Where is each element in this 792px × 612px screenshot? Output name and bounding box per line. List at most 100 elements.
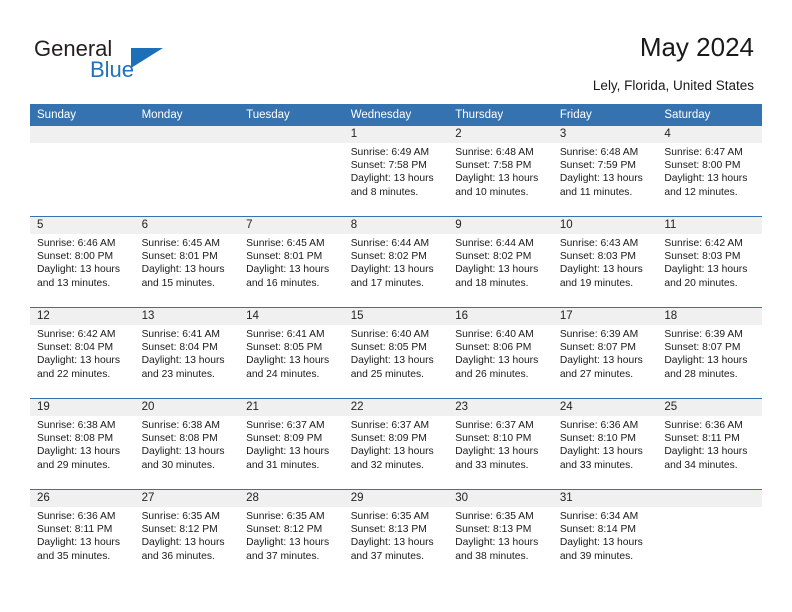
weekday-header-sunday: Sunday <box>30 104 135 126</box>
day-sun-info: Sunrise: 6:45 AM Sunset: 8:01 PM Daylight:… <box>135 234 240 290</box>
daylight-duration-line2: and 35 minutes. <box>37 550 111 562</box>
calendar-day-cell[interactable]: 29 Sunrise: 6:35 AM Sunset: 8:13 PM Dayligh… <box>343 489 449 580</box>
sunrise-time: Sunrise: 6:36 AM <box>37 511 116 522</box>
calendar-day-cell[interactable]: 13 Sunrise: 6:41 AM Sunset: 8:04 PM Dayligh… <box>134 307 240 399</box>
calendar-day-cell[interactable]: 10 Sunrise: 6:43 AM Sunset: 8:03 PM Dayligh… <box>552 216 658 308</box>
calendar-day-cell[interactable]: 24 Sunrise: 6:36 AM Sunset: 8:10 PM Dayligh… <box>552 398 658 490</box>
weekday-header-wednesday: Wednesday <box>343 104 449 126</box>
calendar-week-row: 1 Sunrise: 6:49 AM Sunset: 7:58 PM Daylight… <box>30 126 762 217</box>
sunset-time: Sunset: 8:03 PM <box>664 251 741 263</box>
daylight-duration-line2: and 37 minutes. <box>246 550 320 562</box>
day-sun-info: Sunrise: 6:40 AM Sunset: 8:06 PM Daylight:… <box>448 325 553 381</box>
calendar-day-cell[interactable]: 6 Sunrise: 6:45 AM Sunset: 8:01 PM Daylight… <box>134 216 240 308</box>
sunrise-time: Sunrise: 6:48 AM <box>455 147 534 158</box>
sunset-time: Sunset: 8:00 PM <box>664 160 741 172</box>
daylight-duration-line2: and 28 minutes. <box>664 368 738 380</box>
day-cell-inner: 30 Sunrise: 6:35 AM Sunset: 8:13 PM Dayligh… <box>448 490 553 580</box>
daylight-duration-line1: Daylight: 13 hours <box>455 537 539 549</box>
calendar-day-cell[interactable]: 27 Sunrise: 6:35 AM Sunset: 8:12 PM Dayligh… <box>134 489 240 580</box>
day-cell-inner: 21 Sunrise: 6:37 AM Sunset: 8:09 PM Dayligh… <box>239 399 344 489</box>
day-number: 6 <box>134 217 240 234</box>
day-cell-inner: 29 Sunrise: 6:35 AM Sunset: 8:13 PM Dayligh… <box>343 490 449 580</box>
sunrise-time: Sunrise: 6:40 AM <box>350 329 430 340</box>
daylight-duration-line1: Daylight: 13 hours <box>37 446 120 458</box>
daylight-duration-line1: Daylight: 13 hours <box>664 446 748 458</box>
calendar-day-cell[interactable]: 30 Sunrise: 6:35 AM Sunset: 8:13 PM Dayligh… <box>448 489 553 580</box>
sunset-time: Sunset: 8:02 PM <box>455 251 532 263</box>
calendar-day-cell[interactable]: 19 Sunrise: 6:38 AM Sunset: 8:08 PM Dayligh… <box>30 398 135 490</box>
day-cell-inner: 4 Sunrise: 6:47 AM Sunset: 8:00 PM Daylight… <box>657 126 762 216</box>
calendar-day-cell[interactable]: 17 Sunrise: 6:39 AM Sunset: 8:07 PM Dayligh… <box>552 307 658 399</box>
daylight-duration-line2: and 8 minutes. <box>350 186 419 198</box>
calendar-day-cell[interactable]: 8 Sunrise: 6:44 AM Sunset: 8:02 PM Daylight… <box>343 216 449 308</box>
general-blue-logo[interactable]: General Blue <box>34 36 184 86</box>
calendar-grid: Sunday Monday Tuesday Wednesday Thursday… <box>30 104 762 580</box>
calendar-day-cell[interactable]: 14 Sunrise: 6:41 AM Sunset: 8:05 PM Dayligh… <box>239 307 344 399</box>
calendar-week-row: 19 Sunrise: 6:38 AM Sunset: 8:08 PM Dayligh… <box>30 398 762 490</box>
daylight-duration-line1: Daylight: 13 hours <box>246 264 330 276</box>
day-number: 21 <box>239 399 344 416</box>
weekday-header-thursday: Thursday <box>448 104 553 126</box>
day-number: 25 <box>657 399 762 416</box>
sunset-time: Sunset: 8:11 PM <box>664 433 740 445</box>
calendar-day-cell[interactable]: 12 Sunrise: 6:42 AM Sunset: 8:04 PM Dayligh… <box>30 307 135 399</box>
weekday-header-monday: Monday <box>134 104 240 126</box>
calendar-day-cell[interactable]: 25 Sunrise: 6:36 AM Sunset: 8:11 PM Dayligh… <box>657 398 762 490</box>
sunrise-time: Sunrise: 6:35 AM <box>141 511 220 522</box>
calendar-day-cell[interactable]: 5 Sunrise: 6:46 AM Sunset: 8:00 PM Daylight… <box>30 216 135 308</box>
logo-text-blue: Blue <box>90 57 135 82</box>
day-number <box>30 126 135 143</box>
calendar-day-cell[interactable]: 9 Sunrise: 6:44 AM Sunset: 8:02 PM Daylight… <box>448 216 553 308</box>
sunset-time: Sunset: 8:10 PM <box>455 433 532 445</box>
day-cell-inner: 3 Sunrise: 6:48 AM Sunset: 7:59 PM Daylight… <box>552 126 658 216</box>
page-header: General Blue May 2024 Lely, Florida, Uni… <box>0 0 792 104</box>
calendar-day-cell[interactable]: 11 Sunrise: 6:42 AM Sunset: 8:03 PM Dayligh… <box>657 216 762 308</box>
day-sun-info: Sunrise: 6:38 AM Sunset: 8:08 PM Daylight:… <box>135 416 240 472</box>
day-sun-info: Sunrise: 6:34 AM Sunset: 8:14 PM Daylight:… <box>553 507 658 563</box>
calendar-day-cell[interactable]: 31 Sunrise: 6:34 AM Sunset: 8:14 PM Dayligh… <box>552 489 658 580</box>
calendar-day-cell[interactable]: 28 Sunrise: 6:35 AM Sunset: 8:12 PM Dayligh… <box>239 489 344 580</box>
calendar-day-cell[interactable]: 4 Sunrise: 6:47 AM Sunset: 8:00 PM Daylight… <box>657 126 762 217</box>
daylight-duration-line1: Daylight: 13 hours <box>559 355 643 367</box>
day-sun-info: Sunrise: 6:48 AM Sunset: 7:59 PM Daylight:… <box>553 143 658 199</box>
calendar-day-cell[interactable]: 16 Sunrise: 6:40 AM Sunset: 8:06 PM Dayligh… <box>448 307 553 399</box>
day-sun-info: Sunrise: 6:41 AM Sunset: 8:04 PM Daylight:… <box>135 325 240 381</box>
sunrise-time: Sunrise: 6:44 AM <box>455 238 534 249</box>
calendar-day-cell[interactable]: 2 Sunrise: 6:48 AM Sunset: 7:58 PM Daylight… <box>448 126 553 217</box>
daylight-duration-line2: and 32 minutes. <box>350 459 424 471</box>
weekday-header-saturday: Saturday <box>657 104 762 126</box>
calendar-day-cell[interactable]: 1 Sunrise: 6:49 AM Sunset: 7:58 PM Daylight… <box>343 126 449 217</box>
day-number <box>657 490 762 507</box>
weekday-header-friday: Friday <box>552 104 658 126</box>
calendar-day-cell[interactable]: 18 Sunrise: 6:39 AM Sunset: 8:07 PM Dayligh… <box>657 307 762 399</box>
day-sun-info: Sunrise: 6:41 AM Sunset: 8:05 PM Daylight:… <box>239 325 344 381</box>
calendar-day-cell[interactable]: 7 Sunrise: 6:45 AM Sunset: 8:01 PM Daylight… <box>239 216 344 308</box>
daylight-duration-line2: and 22 minutes. <box>37 368 111 380</box>
day-number: 3 <box>552 126 658 143</box>
calendar-day-cell[interactable]: 23 Sunrise: 6:37 AM Sunset: 8:10 PM Dayligh… <box>448 398 553 490</box>
day-cell-inner: 17 Sunrise: 6:39 AM Sunset: 8:07 PM Dayligh… <box>552 308 658 398</box>
sunrise-time: Sunrise: 6:35 AM <box>246 511 325 522</box>
daylight-duration-line1: Daylight: 13 hours <box>455 173 539 185</box>
calendar-day-cell[interactable]: 15 Sunrise: 6:40 AM Sunset: 8:05 PM Dayligh… <box>343 307 449 399</box>
day-cell-inner: 16 Sunrise: 6:40 AM Sunset: 8:06 PM Dayligh… <box>448 308 553 398</box>
daylight-duration-line2: and 16 minutes. <box>246 277 320 289</box>
daylight-duration-line2: and 39 minutes. <box>559 550 634 562</box>
calendar-day-cell[interactable]: 3 Sunrise: 6:48 AM Sunset: 7:59 PM Daylight… <box>552 126 658 217</box>
day-number: 17 <box>552 308 658 325</box>
calendar-day-cell[interactable]: 22 Sunrise: 6:37 AM Sunset: 8:09 PM Dayligh… <box>343 398 449 490</box>
day-number: 7 <box>239 217 344 234</box>
day-number: 15 <box>343 308 449 325</box>
calendar-day-cell[interactable]: 21 Sunrise: 6:37 AM Sunset: 8:09 PM Dayligh… <box>239 398 344 490</box>
sunrise-time: Sunrise: 6:48 AM <box>559 147 639 158</box>
day-number: 19 <box>30 399 135 416</box>
day-sun-info: Sunrise: 6:37 AM Sunset: 8:09 PM Daylight:… <box>344 416 449 472</box>
calendar-table: Sunday Monday Tuesday Wednesday Thursday… <box>30 104 762 580</box>
calendar-day-cell[interactable]: 20 Sunrise: 6:38 AM Sunset: 8:08 PM Dayligh… <box>134 398 240 490</box>
sunset-time: Sunset: 8:09 PM <box>246 433 323 445</box>
daylight-duration-line1: Daylight: 13 hours <box>350 355 434 367</box>
day-number: 14 <box>239 308 344 325</box>
calendar-day-cell[interactable]: 26 Sunrise: 6:36 AM Sunset: 8:11 PM Dayligh… <box>30 489 135 580</box>
sunset-time: Sunset: 8:04 PM <box>141 342 218 354</box>
sunset-time: Sunset: 8:08 PM <box>141 433 218 445</box>
